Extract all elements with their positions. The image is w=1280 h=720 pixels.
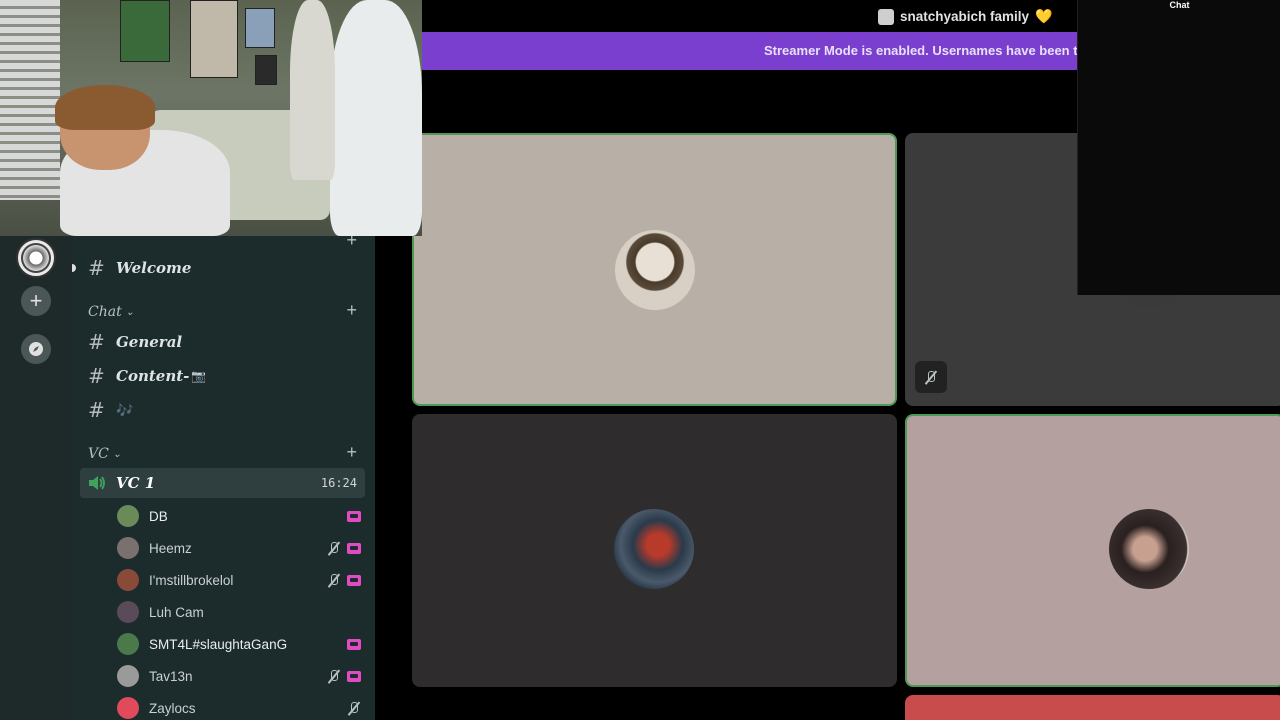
channel-general[interactable]: # General [88,330,182,354]
muted-mic-icon [347,701,361,715]
voice-user-row[interactable]: I'mstillbrokelol [117,566,367,594]
streaming-icon [347,670,361,682]
streaming-icon [347,574,361,586]
voice-user-name: Luh Cam [149,604,204,620]
webcam-overlay [0,0,422,236]
voice-channel-vc1[interactable]: VC 1 16:24 [80,468,365,498]
server-title-text: snatchyabich family [900,9,1030,24]
voice-user-row[interactable]: Tav13n [117,662,367,690]
speaker-icon [89,476,105,490]
channel-content[interactable]: # Content- 📷 [88,364,206,388]
video-tile-1[interactable] [412,133,897,406]
chevron-down-icon: ⌄ [125,306,135,318]
voice-user-name: Heemz [149,540,192,556]
camera-emoji-icon: 📷 [191,369,207,383]
server-logo-icon[interactable] [16,238,56,278]
category-vc[interactable]: VC ⌄ [88,446,121,462]
hash-icon: # [88,330,105,354]
voice-user-name: I'mstillbrokelol [149,572,234,588]
voice-user-name: Tav13n [149,668,193,684]
voice-user-row[interactable]: Luh Cam [117,598,367,626]
participant-avatar [615,230,695,310]
stream-chat-panel: Chat [1077,0,1280,295]
category-label: Chat [88,304,122,320]
compass-icon[interactable] [21,334,51,364]
streaming-icon [347,510,361,522]
voice-user-row[interactable]: Heemz [117,534,367,562]
muted-mic-icon [327,573,341,587]
voice-user-name: SMT4L#slaughtaGanG [149,636,288,652]
streamer-mode-text: Streamer Mode is enabled. Usernames have… [764,43,1077,58]
chat-panel-title: Chat [1169,0,1190,10]
participant-avatar [1109,509,1189,589]
streaming-icon [347,638,361,650]
hash-icon: # [88,364,105,388]
muted-mic-icon [327,541,341,555]
video-tile-5[interactable] [905,695,1280,720]
avatar [117,665,139,687]
streaming-icon [347,542,361,554]
add-channel-icon[interactable]: + [346,442,357,463]
avatar [117,569,139,591]
chevron-down-icon: ⌄ [112,448,122,460]
channel-sidebar: + # Welcome Chat ⌄ + # General # Content… [72,230,375,720]
avatar [117,537,139,559]
channel-label: Welcome [116,259,192,277]
channel-label: General [116,333,183,351]
voice-user-row[interactable]: Zaylocs [117,694,367,720]
streamer-mode-banner: Streamer Mode is enabled. Usernames have… [422,32,1077,70]
avatar [117,601,139,623]
server-title: snatchyabich family 💛 [878,8,1053,25]
muted-mic-icon [327,669,341,683]
server-rail: + [0,236,72,720]
category-chat[interactable]: Chat ⌄ [88,304,134,320]
channel-welcome[interactable]: # Welcome [88,256,191,280]
participant-avatar [614,509,694,589]
yellow-heart-icon: 💛 [1035,8,1053,24]
hash-icon: # [88,256,105,280]
category-label: VC [88,446,109,462]
unread-indicator [72,264,76,272]
add-channel-icon[interactable]: + [346,300,357,321]
music-notes-emoji-icon: 🎶 [116,401,134,418]
video-tile-3[interactable] [412,414,897,687]
avatar [117,505,139,527]
channel-music[interactable]: # 🎶 [88,398,133,422]
video-tile-4[interactable] [905,414,1280,687]
voice-user-name: Zaylocs [149,700,196,716]
voice-channel-name: VC 1 [116,474,156,492]
avatar [117,697,139,719]
voice-timer: 16:24 [320,476,357,490]
add-server-icon[interactable]: + [21,286,51,316]
app-root: snatchyabich family 💛 Streamer Mode is e… [0,0,1280,720]
muted-icon [915,361,947,393]
voice-user-row[interactable]: DB [117,502,367,530]
avatar [117,633,139,655]
voice-user-row[interactable]: SMT4L#slaughtaGanG [117,630,367,658]
voice-user-name: DB [149,508,168,524]
channel-label: Content- [116,367,190,385]
server-icon [878,8,894,25]
hash-icon: # [88,398,105,422]
